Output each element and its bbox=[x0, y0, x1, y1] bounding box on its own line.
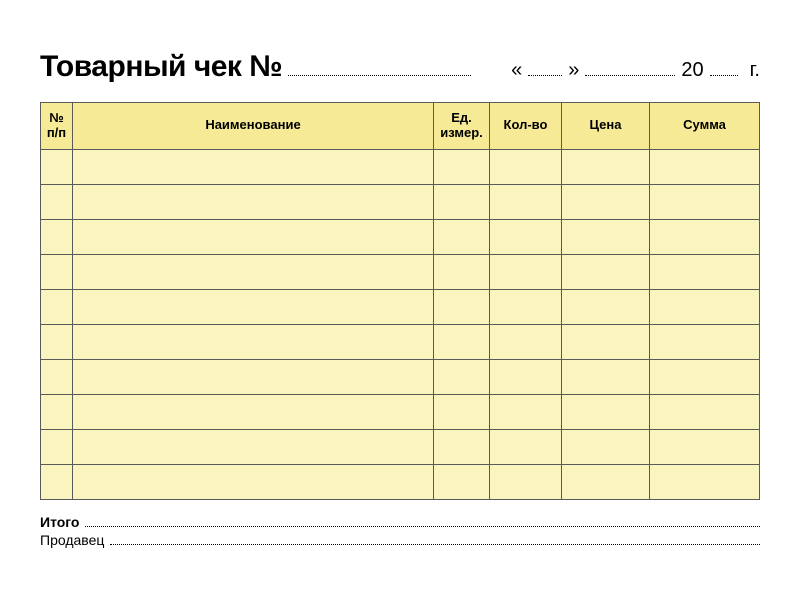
table-cell[interactable] bbox=[650, 289, 760, 324]
table-row bbox=[41, 184, 760, 219]
table-row bbox=[41, 149, 760, 184]
table-cell[interactable] bbox=[434, 254, 490, 289]
table-row bbox=[41, 394, 760, 429]
receipt-footer: Итого Продавец bbox=[40, 514, 760, 548]
table-cell[interactable] bbox=[434, 149, 490, 184]
col-header-price: Цена bbox=[562, 103, 650, 150]
table-row bbox=[41, 254, 760, 289]
table-cell[interactable] bbox=[650, 359, 760, 394]
seller-row: Продавец bbox=[40, 532, 760, 548]
date-close-quote: » bbox=[568, 59, 579, 82]
table-cell[interactable] bbox=[490, 289, 562, 324]
table-cell[interactable] bbox=[41, 394, 73, 429]
table-cell[interactable] bbox=[562, 464, 650, 499]
table-cell[interactable] bbox=[562, 184, 650, 219]
seller-label: Продавец bbox=[40, 532, 104, 548]
col-header-name: Наименование bbox=[73, 103, 434, 150]
table-cell[interactable] bbox=[41, 184, 73, 219]
receipt-header: Товарный чек № « » 20 г. bbox=[40, 50, 760, 84]
total-row: Итого bbox=[40, 514, 760, 530]
table-cell[interactable] bbox=[562, 254, 650, 289]
table-cell[interactable] bbox=[490, 464, 562, 499]
table-cell[interactable] bbox=[434, 464, 490, 499]
table-cell[interactable] bbox=[490, 324, 562, 359]
table-cell[interactable] bbox=[41, 324, 73, 359]
table-cell[interactable] bbox=[41, 219, 73, 254]
table-cell[interactable] bbox=[73, 429, 434, 464]
table-cell[interactable] bbox=[650, 149, 760, 184]
table-cell[interactable] bbox=[434, 184, 490, 219]
table-cell[interactable] bbox=[73, 219, 434, 254]
table-cell[interactable] bbox=[434, 394, 490, 429]
table-cell[interactable] bbox=[73, 359, 434, 394]
table-cell[interactable] bbox=[73, 394, 434, 429]
table-row bbox=[41, 464, 760, 499]
table-cell[interactable] bbox=[490, 394, 562, 429]
table-row bbox=[41, 324, 760, 359]
table-cell[interactable] bbox=[490, 149, 562, 184]
table-cell[interactable] bbox=[73, 289, 434, 324]
table-cell[interactable] bbox=[41, 464, 73, 499]
table-cell[interactable] bbox=[434, 289, 490, 324]
date-open-quote: « bbox=[511, 59, 522, 82]
table-cell[interactable] bbox=[650, 184, 760, 219]
table-row bbox=[41, 219, 760, 254]
table-cell[interactable] bbox=[562, 394, 650, 429]
table-cell[interactable] bbox=[562, 359, 650, 394]
table-cell[interactable] bbox=[41, 289, 73, 324]
table-cell[interactable] bbox=[562, 149, 650, 184]
table-cell[interactable] bbox=[73, 464, 434, 499]
table-cell[interactable] bbox=[650, 394, 760, 429]
table-cell[interactable] bbox=[490, 184, 562, 219]
table-cell[interactable] bbox=[650, 464, 760, 499]
table-cell[interactable] bbox=[490, 254, 562, 289]
table-cell[interactable] bbox=[650, 254, 760, 289]
col-header-sum: Сумма bbox=[650, 103, 760, 150]
date-year-blank[interactable] bbox=[710, 62, 738, 76]
table-cell[interactable] bbox=[73, 149, 434, 184]
date-century: 20 bbox=[681, 59, 703, 82]
table-cell[interactable] bbox=[73, 324, 434, 359]
col-header-unit: Ед. измер. bbox=[434, 103, 490, 150]
date-day-blank[interactable] bbox=[528, 62, 562, 76]
table-cell[interactable] bbox=[73, 184, 434, 219]
total-blank[interactable] bbox=[85, 515, 760, 527]
table-cell[interactable] bbox=[650, 429, 760, 464]
table-row bbox=[41, 359, 760, 394]
col-header-qty: Кол-во bbox=[490, 103, 562, 150]
table-cell[interactable] bbox=[650, 219, 760, 254]
table-row bbox=[41, 429, 760, 464]
col-header-num: № п/п bbox=[41, 103, 73, 150]
receipt-number-blank[interactable] bbox=[288, 62, 471, 76]
receipt-title: Товарный чек № bbox=[40, 50, 282, 84]
table-cell[interactable] bbox=[434, 359, 490, 394]
table-cell[interactable] bbox=[650, 324, 760, 359]
table-cell[interactable] bbox=[562, 219, 650, 254]
table-cell[interactable] bbox=[562, 289, 650, 324]
table-cell[interactable] bbox=[73, 254, 434, 289]
table-cell[interactable] bbox=[434, 219, 490, 254]
table-cell[interactable] bbox=[490, 359, 562, 394]
total-label: Итого bbox=[40, 514, 79, 530]
table-cell[interactable] bbox=[434, 324, 490, 359]
table-header-row: № п/п Наименование Ед. измер. Кол-во Цен… bbox=[41, 103, 760, 150]
table-cell[interactable] bbox=[41, 429, 73, 464]
table-cell[interactable] bbox=[41, 149, 73, 184]
table-cell[interactable] bbox=[490, 429, 562, 464]
table-cell[interactable] bbox=[434, 429, 490, 464]
table-cell[interactable] bbox=[562, 324, 650, 359]
table-cell[interactable] bbox=[490, 219, 562, 254]
table-cell[interactable] bbox=[562, 429, 650, 464]
table-cell[interactable] bbox=[41, 254, 73, 289]
seller-blank[interactable] bbox=[110, 533, 760, 545]
date-month-blank[interactable] bbox=[585, 62, 675, 76]
date-year-suffix: г. bbox=[750, 59, 760, 82]
items-table: № п/п Наименование Ед. измер. Кол-во Цен… bbox=[40, 102, 760, 500]
table-cell[interactable] bbox=[41, 359, 73, 394]
table-row bbox=[41, 289, 760, 324]
